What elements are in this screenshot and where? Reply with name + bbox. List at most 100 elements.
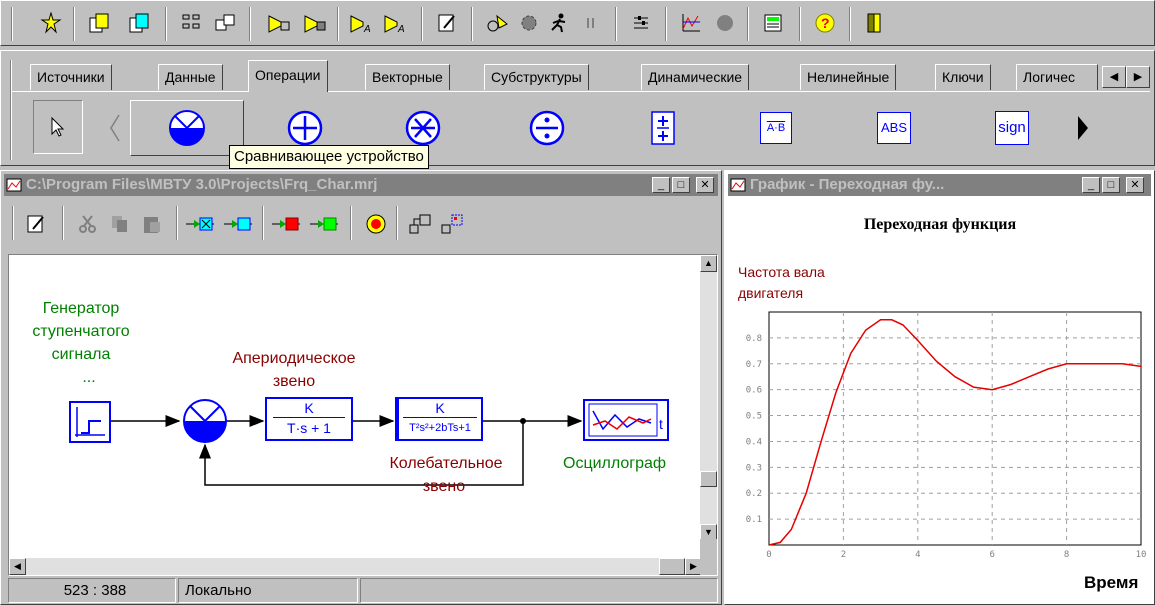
target-icon[interactable] <box>362 208 390 240</box>
step-generator-block[interactable] <box>69 401 111 443</box>
x-tick-label: 2 <box>841 550 846 560</box>
tab-sources[interactable]: Источники <box>30 64 112 90</box>
tooltip: Сравнивающее устройство <box>229 145 429 169</box>
x-tick-label: 6 <box>989 550 994 560</box>
open-icon[interactable] <box>85 7 113 39</box>
status-mode: Локально <box>178 578 358 603</box>
tab-operations[interactable]: Операции <box>248 60 328 92</box>
aperiodic-numerator: K <box>304 400 314 416</box>
edit-icon[interactable] <box>433 7 461 39</box>
windows-icon[interactable] <box>211 7 239 39</box>
oscilloscope-icon: t <box>588 403 663 437</box>
oscillatory-block[interactable]: K T²s²+2bTs+1 <box>395 397 483 441</box>
comparator-block[interactable] <box>181 397 229 445</box>
tab-logic[interactable]: Логичес <box>1016 64 1098 90</box>
layout-icon[interactable] <box>177 7 205 39</box>
block-red-icon[interactable] <box>272 208 300 240</box>
new-project-icon[interactable] <box>37 7 65 39</box>
horizontal-scrollbar[interactable]: ◀ ▶ <box>9 558 702 575</box>
project-title-bar[interactable]: C:\Program Files\МВТУ 3.0\Projects\Frq_C… <box>4 174 718 196</box>
maximize-button[interactable]: □ <box>672 177 690 193</box>
ungroup-icon[interactable] <box>438 208 466 240</box>
aperiodic-denominator: T·s + 1 <box>273 417 345 438</box>
copy-icon[interactable] <box>106 208 134 240</box>
diagram-canvas[interactable]: ▲ ▼ ◀ ▶ Генератор ступенчатого сигнала .… <box>8 254 718 576</box>
generator-label-line2: ступенчатого <box>32 323 130 340</box>
aperiodic-block[interactable]: K T·s + 1 <box>265 397 353 441</box>
tab-vector[interactable]: Векторные <box>365 64 450 90</box>
block-blue-icon[interactable] <box>224 208 252 240</box>
cut-icon[interactable] <box>74 208 102 240</box>
tab-scroll-left-icon[interactable]: ◀ <box>1102 66 1126 88</box>
svg-text:?: ? <box>821 15 830 31</box>
transient-chart[interactable]: 0.1 0.2 0.3 0.4 0.5 0.6 0.7 0.8 0 2 4 6 8 10 <box>724 300 1155 568</box>
exit-icon[interactable] <box>861 7 889 39</box>
group-icon[interactable] <box>406 208 434 240</box>
oscillatory-label-line2: звено <box>422 478 466 495</box>
step-icon[interactable] <box>483 7 511 39</box>
stop-icon[interactable] <box>711 7 739 39</box>
toolbar-grip[interactable] <box>11 7 13 41</box>
divide-palette-button[interactable] <box>522 100 572 156</box>
tab-nonlinear[interactable]: Нелинейные <box>800 64 897 90</box>
horizontal-scroll-thumb[interactable] <box>659 558 685 575</box>
minimize-button[interactable]: _ <box>652 177 670 193</box>
oscillatory-label-line1: Колебательное <box>389 455 503 472</box>
oscilloscope-label: Осциллограф <box>563 455 667 472</box>
dot-product-palette-button[interactable]: A·B <box>754 100 798 156</box>
flashlight-a-icon[interactable]: A <box>347 7 375 39</box>
flashlight-2-icon[interactable] <box>301 7 329 39</box>
vertical-scrollbar[interactable]: ▲ ▼ <box>700 255 717 541</box>
pause-icon[interactable] <box>577 7 605 39</box>
generator-label-line3: сигнала <box>51 346 111 363</box>
comparator-palette-button[interactable] <box>130 100 244 156</box>
tab-dynamic[interactable]: Динамические <box>641 64 750 90</box>
graph-minimize-button[interactable]: _ <box>1082 177 1100 193</box>
settings-list-icon[interactable] <box>627 7 655 39</box>
tab-substructures[interactable]: Субструктуры <box>484 64 589 90</box>
project-properties-icon[interactable] <box>22 208 50 240</box>
flashlight-icon[interactable] <box>265 7 293 39</box>
sign-palette-button[interactable]: sign <box>990 100 1034 156</box>
close-button[interactable]: ✕ <box>696 177 714 193</box>
palette-scroll-left-icon[interactable] <box>100 100 130 156</box>
palette-grip[interactable] <box>10 60 12 160</box>
chart-icon[interactable] <box>677 7 705 39</box>
run-icon[interactable] <box>545 7 573 39</box>
x-tick-label: 4 <box>915 550 920 560</box>
comparator-icon <box>183 399 227 443</box>
notepad-icon[interactable] <box>759 7 787 39</box>
gears-icon[interactable] <box>515 7 543 39</box>
pointer-tool[interactable] <box>33 100 83 154</box>
oscillatory-numerator: K <box>435 400 445 416</box>
graph-close-button[interactable]: ✕ <box>1126 177 1144 193</box>
scroll-up-icon[interactable]: ▲ <box>700 255 717 272</box>
aperiodic-label-line2: звено <box>272 373 316 390</box>
generator-label-line1: Генератор <box>42 300 120 317</box>
paste-icon[interactable] <box>138 208 166 240</box>
y-tick-label: 0.7 <box>746 360 762 370</box>
step-signal-icon <box>75 407 105 437</box>
graph-window-icon <box>730 178 746 192</box>
abs-palette-button[interactable]: ABS <box>872 100 916 156</box>
svg-text:A: A <box>363 24 371 34</box>
scroll-left-icon[interactable]: ◀ <box>9 558 26 575</box>
oscilloscope-block[interactable]: t <box>583 399 669 441</box>
chart-title: Переходная функция <box>863 216 1017 233</box>
palette-scroll-right-icon[interactable] <box>1068 100 1098 156</box>
plus-minus-palette-button[interactable] <box>638 100 688 156</box>
help-icon[interactable]: ? <box>811 7 839 39</box>
save-icon[interactable] <box>125 7 153 39</box>
block-cyan-icon[interactable] <box>186 208 214 240</box>
graph-title: График - Переходная фу... <box>750 176 945 193</box>
tab-keys[interactable]: Ключи <box>935 64 991 90</box>
tab-data[interactable]: Данные <box>158 64 223 90</box>
project-toolbar <box>4 198 718 250</box>
y-tick-label: 0.3 <box>746 463 762 473</box>
block-green-icon[interactable] <box>310 208 338 240</box>
tab-scroll-right-icon[interactable]: ▶ <box>1126 66 1150 88</box>
graph-maximize-button[interactable]: □ <box>1102 177 1120 193</box>
flashlight-a2-icon[interactable]: A <box>381 7 409 39</box>
sign-label: sign <box>995 111 1029 145</box>
chart-ylabel-line1: Частота вала <box>738 264 825 280</box>
